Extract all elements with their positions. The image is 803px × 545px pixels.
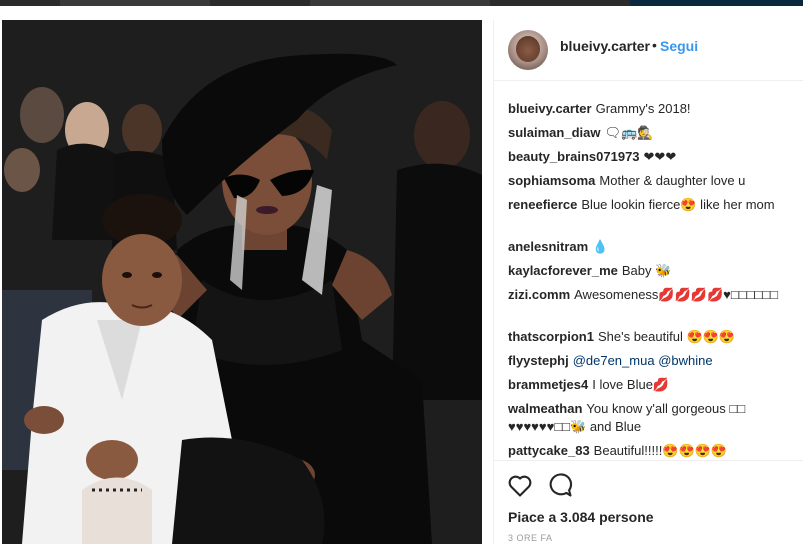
heart-icon[interactable] (506, 471, 534, 499)
comment-text: Blue lookin fierce😍 like her mom (581, 197, 775, 212)
post-header: blueivy.carter • Segui (494, 20, 803, 81)
comment-bubble-icon[interactable] (546, 471, 574, 499)
comment: beauty_brains071973 ❤❤❤ (508, 148, 778, 166)
comment-text: Mother & daughter love u (599, 173, 746, 188)
comment-text: She's beautiful 😍😍😍 (597, 329, 736, 344)
comment-username[interactable]: reneefierce (508, 197, 577, 212)
comment-text: ❤❤❤ (643, 149, 677, 164)
post-photo[interactable] (2, 20, 482, 544)
likes-count[interactable]: Piace a 3.084 persone (508, 509, 654, 525)
comment-username[interactable]: beauty_brains071973 (508, 149, 640, 164)
comment-text: Beautiful!!!!!😍😍😍😍 (593, 443, 728, 458)
comments-list[interactable]: blueivy.carter Grammy's 2018! sulaiman_di… (494, 90, 803, 460)
comment-username[interactable]: sulaiman_diaw (508, 125, 600, 140)
mention-link[interactable]: @de7en_mua (573, 353, 655, 368)
comment-text: Awesomeness💋💋💋💋♥□□□□□□ (574, 287, 779, 302)
comment: zizi.comm Awesomeness💋💋💋💋♥□□□□□□ (508, 286, 778, 304)
comment: walmeathan You know y'all gorgeous □□ ♥♥♥… (508, 400, 778, 436)
post-side-panel: blueivy.carter • Segui blueivy.carter Gra… (493, 20, 803, 544)
comment: flyystephj @de7en_mua @bwhine (508, 352, 778, 370)
comment-username[interactable]: anelesnitram (508, 239, 588, 254)
comment-text: 🗨🚌🕵 (604, 125, 654, 140)
comment: reneefierce Blue lookin fierce😍 like her … (508, 196, 778, 214)
post-timestamp[interactable]: 3 ORE FA (508, 533, 553, 543)
comment-text: Baby 🐝 (621, 263, 672, 278)
mention-link[interactable]: @bwhine (658, 353, 712, 368)
avatar[interactable] (508, 30, 548, 70)
comment-text: 💧 (592, 239, 609, 254)
comment-username[interactable]: zizi.comm (508, 287, 570, 302)
comment-username[interactable]: flyystephj (508, 353, 569, 368)
comment-username[interactable]: kaylacforever_me (508, 263, 618, 278)
comment: anelesnitram 💧 (508, 238, 778, 256)
comment: brammetjes4 I love Blue💋 (508, 376, 778, 394)
comment-username[interactable]: sophiamsoma (508, 173, 595, 188)
post-photo-illustration (2, 20, 482, 544)
comment-username[interactable]: blueivy.carter (508, 101, 592, 116)
post-username[interactable]: blueivy.carter (560, 38, 650, 54)
comment-text: Grammy's 2018! (595, 101, 691, 116)
separator-dot: • (652, 37, 657, 53)
comment: thatscorpion1 She's beautiful 😍😍😍 (508, 328, 778, 346)
comment-text: I love Blue💋 (592, 377, 670, 392)
comment-username[interactable]: brammetjes4 (508, 377, 588, 392)
comment-username[interactable]: walmeathan (508, 401, 582, 416)
comment: kaylacforever_me Baby 🐝 (508, 262, 778, 280)
post-actions: Piace a 3.084 persone 3 ORE FA (494, 460, 803, 545)
instagram-post: blueivy.carter • Segui blueivy.carter Gra… (0, 6, 803, 544)
caption: blueivy.carter Grammy's 2018! (508, 100, 778, 118)
comment-username[interactable]: thatscorpion1 (508, 329, 594, 344)
comment: sophiamsoma Mother & daughter love u (508, 172, 778, 190)
comment-username[interactable]: pattycake_83 (508, 443, 590, 458)
follow-button[interactable]: Segui (660, 38, 698, 54)
comment: pattycake_83 Beautiful!!!!!😍😍😍😍 (508, 442, 778, 460)
comment: sulaiman_diaw 🗨🚌🕵 (508, 124, 778, 142)
